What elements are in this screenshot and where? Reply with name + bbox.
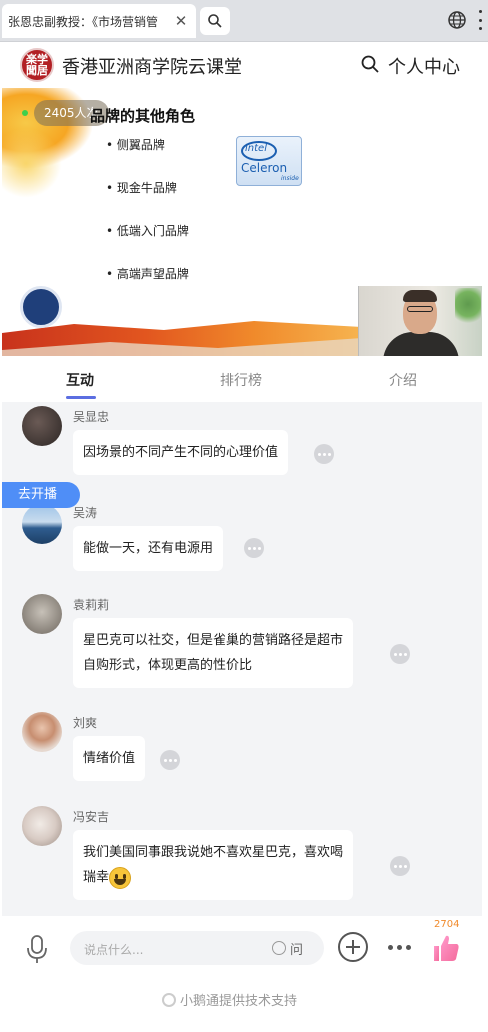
avatar[interactable]	[22, 594, 62, 634]
more-vert-icon[interactable]	[476, 10, 484, 30]
slide-bullet: • 现金牛品牌	[106, 181, 177, 195]
comment-placeholder: 说点什么...	[84, 943, 144, 957]
more-options-icon[interactable]	[160, 750, 180, 770]
more-options-icon[interactable]	[244, 538, 264, 558]
more-options-icon[interactable]	[390, 856, 410, 876]
smiley-emoji-icon	[109, 866, 132, 889]
like-count: 2704	[434, 919, 460, 930]
chat-bubble: 因场景的不同产生不同的心理价值	[73, 430, 289, 475]
slide-bullets: • 侧翼品牌 • 现金牛品牌 • 低端入门品牌 • 高端声望品牌	[106, 136, 189, 308]
tab-interaction[interactable]: 互动	[66, 370, 94, 390]
powered-by: 小鹅通提供技术支持	[162, 990, 297, 1009]
tab-leaderboard[interactable]: 排行榜	[220, 370, 262, 390]
university-emblem	[20, 286, 62, 328]
live-video-player[interactable]: 2405人次 品牌的其他角色 • 侧翼品牌 • 现金牛品牌 • 低端入门品牌 •…	[2, 88, 482, 356]
microphone-icon[interactable]	[26, 934, 48, 964]
browser-tab-title: 张恩忠副教授：《市场营销管	[8, 14, 159, 29]
powered-by-text: 小鹅通提供技术支持	[180, 994, 298, 1009]
chat-text: 情绪价值	[83, 751, 136, 766]
add-icon[interactable]	[338, 932, 368, 962]
ask-question-label[interactable]: 问	[290, 939, 303, 958]
browser-toolbar: 张恩忠副教授：《市场营销管 ✕	[0, 0, 488, 42]
slide-bullet: • 高端声望品牌	[106, 267, 189, 281]
paint-splash-decoration	[2, 128, 62, 198]
close-icon[interactable]: ✕	[172, 12, 190, 30]
chat-username: 吴涛	[73, 506, 98, 520]
slide-title: 品牌的其他角色	[90, 107, 196, 125]
chat-text-line: 星巴克可以社交，但是雀巢的营销路径是超市	[83, 633, 344, 648]
avatar[interactable]	[22, 806, 62, 846]
more-icon[interactable]	[388, 945, 411, 950]
chat-text-line: 我们美国同事跟我说她不喜欢星巴克，喜欢喝	[83, 845, 344, 860]
intel-brand: intel	[245, 143, 267, 154]
chat-text: 能做一天，还有电源用	[83, 541, 214, 556]
app-title: 香港亚洲商学院云课堂	[62, 57, 242, 78]
globe-icon[interactable]	[446, 9, 468, 31]
chat-list[interactable]: 吴显忠 因场景的不同产生不同的心理价值 吴涛 能做一天，还有电源用 袁莉莉 星巴…	[2, 402, 482, 916]
thumbs-up-icon[interactable]	[430, 932, 462, 964]
chat-bubble: 我们美国同事跟我说她不喜欢星巴克，喜欢喝 瑞幸	[73, 830, 354, 900]
chat-username: 刘爽	[73, 716, 98, 730]
avatar[interactable]	[22, 504, 62, 544]
slide-bullet: • 侧翼品牌	[106, 138, 165, 152]
search-tab-button[interactable]	[200, 7, 230, 35]
browser-tab[interactable]: 张恩忠副教授：《市场营销管 ✕	[2, 4, 196, 38]
profile-link[interactable]: 个人中心	[388, 53, 460, 79]
chat-bubble: 星巴克可以社交，但是雀巢的营销路径是超市 自购形式，体现更高的性价比	[73, 618, 354, 688]
chat-text-line: 瑞幸	[83, 870, 110, 885]
chat-bubble: 能做一天，还有电源用	[73, 526, 224, 571]
intel-product: Celeron	[241, 161, 288, 175]
chat-text-line: 自购形式，体现更高的性价比	[83, 658, 253, 673]
search-icon	[208, 14, 222, 28]
slide-bullet: • 低端入门品牌	[106, 224, 189, 238]
active-tab-indicator	[66, 396, 96, 399]
more-options-icon[interactable]	[314, 444, 334, 464]
xiaoetong-logo-icon	[162, 992, 176, 1007]
chat-username: 吴显忠	[73, 410, 110, 424]
avatar[interactable]	[22, 406, 62, 446]
avatar[interactable]	[22, 712, 62, 752]
more-options-icon[interactable]	[390, 644, 410, 664]
ask-question-radio[interactable]	[272, 941, 286, 955]
tab-intro[interactable]: 介绍	[389, 370, 417, 390]
footer: 小鹅通提供技术支持	[0, 982, 488, 1032]
school-logo: 楽学 聞居	[20, 48, 54, 82]
content-tabs: 互动 排行榜 介绍	[2, 356, 482, 402]
search-icon[interactable]	[360, 54, 380, 74]
chat-username: 冯安吉	[73, 810, 110, 824]
lecturer-camera-view	[358, 286, 482, 356]
chat-bubble: 情绪价值	[73, 736, 146, 781]
chat-username: 袁莉莉	[73, 598, 110, 612]
intel-celeron-logo: intel Celeron inside	[236, 136, 302, 186]
comment-input[interactable]: 说点什么... 问	[70, 931, 324, 965]
intel-tag: inside	[281, 175, 299, 182]
chat-text: 因场景的不同产生不同的心理价值	[83, 445, 279, 460]
chat-input-bar: 说点什么... 问 2704	[2, 916, 482, 982]
app-header: 楽学 聞居 香港亚洲商学院云课堂 个人中心	[0, 42, 488, 88]
live-dot-icon	[22, 110, 28, 116]
go-live-button[interactable]: 去开播	[2, 482, 80, 508]
